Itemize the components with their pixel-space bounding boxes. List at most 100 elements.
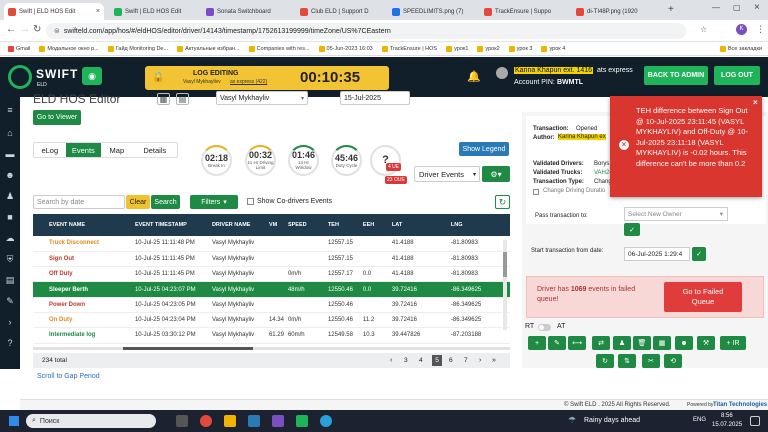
menu-icon[interactable]: ⋮ [756,24,765,35]
checkbox[interactable] [247,198,254,205]
group-button[interactable]: ☻ [675,336,693,350]
all-bookmarks[interactable]: Все закладки [719,45,762,52]
scrollbar-thumb[interactable] [123,347,253,350]
column-header[interactable]: EVENT NAME [44,214,131,236]
hamburger-icon[interactable]: ≡ [5,106,15,115]
start-date-field[interactable]: 06-Jul-2025 1:29:4 [624,247,690,261]
codrivers-toggle[interactable]: Show Co-drivers Events [247,198,332,205]
cloud-icon[interactable]: ☁ [5,234,15,243]
table-row[interactable]: Intermediate log 10-Jul-25 03:30:12 PM Vas… [33,327,510,344]
cut-button[interactable]: ✂ [642,354,660,368]
browser-tab[interactable]: SPEEDLIMITS.png (7) [388,3,478,20]
browser-tab[interactable]: TrackEnsure | Suppo [480,3,570,20]
app-icon[interactable] [296,415,308,427]
column-header[interactable]: LAT [387,214,447,236]
table-row[interactable]: Off Duty 10-Jul-25 11:11:45 PM Vasyl Mykha… [33,266,510,283]
forward-icon[interactable]: → [20,24,30,35]
tab-events[interactable]: Events [65,143,102,157]
edit-button[interactable]: ✎ [548,336,566,350]
folder-icon[interactable] [224,415,236,427]
column-header[interactable]: VM [264,214,284,236]
page-link[interactable]: 3 [404,357,408,364]
table-row[interactable]: Truck Disconnect 10-Jul-25 11:11:48 PM Vas… [33,236,510,252]
code-icon[interactable]: › [5,318,15,327]
back-icon[interactable]: ← [6,24,16,35]
close-window-icon[interactable]: × [754,2,760,13]
scroll-to-gap-link[interactable]: Scroll to Gap Period [37,373,100,380]
column-header[interactable]: DRIVER NAME [207,214,265,236]
home-icon[interactable]: ⌂ [5,129,15,138]
date-field[interactable]: 15-Jul-2025 [340,91,410,105]
help-icon[interactable]: ? [5,339,15,348]
column-header[interactable]: SPEED [283,214,324,236]
url-field[interactable]: ⊜ swifteld.com/app/hos/#/eldHOS/editor/d… [46,23,686,39]
bookmark-item[interactable]: Актуальные избран... [177,45,240,52]
back-to-admin-button[interactable]: BACK TO ADMIN [644,66,708,85]
prev-page-icon[interactable]: ‹ [390,357,392,364]
refresh-button[interactable]: ↻ [596,354,614,368]
settings-dropdown-button[interactable]: ⚙▾ [482,166,510,182]
notification-icon[interactable] [750,416,760,426]
tab-details[interactable]: Details [133,143,177,157]
taskbar-search[interactable]: ⌕ Поиск [26,414,156,428]
add-event-button[interactable]: + [528,336,546,350]
search-date-input[interactable]: Search by date [33,195,125,209]
bookmark-item[interactable]: Модальное окно р... [39,45,99,52]
chart-icon[interactable]: ▤ [5,276,15,285]
column-header[interactable]: LNG [446,214,510,236]
rt-at-toggle[interactable] [538,324,551,331]
print-icon[interactable]: ▤ [176,93,189,105]
page-link[interactable]: 7 [464,357,468,364]
page-link-current[interactable]: 5 [432,355,442,366]
bookmark-item[interactable]: 05-Jun-2023 16:03 [318,45,373,52]
page-link[interactable]: 6 [449,357,453,364]
link-button[interactable]: ⟷ [568,336,586,350]
tools-button[interactable]: ⚒ [697,336,715,350]
bell-icon[interactable]: 🔔 [467,70,481,83]
language-indicator[interactable]: ENG [693,417,706,423]
bookmark-item[interactable]: Гайд Monitoring De... [107,45,168,52]
driver-events-select[interactable]: Driver Events ▾ [414,166,480,182]
last-page-icon[interactable]: » [492,357,496,364]
browser-tab[interactable]: Swift | ELD HOS Edit × [4,3,104,20]
star-icon[interactable]: ☆ [700,25,707,34]
eye-icon[interactable]: ◉ [82,67,102,85]
checkbox[interactable] [533,189,539,195]
avatar[interactable] [496,67,508,79]
logout-button[interactable]: LOG OUT [714,66,760,85]
close-icon[interactable]: × [96,8,100,15]
truck-icon[interactable]: ▬ [5,150,15,159]
horizontal-scrollbar[interactable] [33,347,510,350]
swap-button[interactable]: ⇄ [592,336,610,350]
users-icon[interactable]: ☻ [5,171,15,180]
refresh-icon[interactable]: ↻ [495,195,510,209]
reload-icon[interactable]: ↻ [33,24,41,35]
task-view-icon[interactable] [176,415,188,427]
tab-elog[interactable]: eLog [34,143,66,157]
wrench-icon[interactable]: ✎ [5,297,15,306]
bookmark-item[interactable]: Gmail [8,45,30,52]
shield-icon[interactable]: ⛨ [5,255,15,264]
next-page-icon[interactable]: › [479,357,481,364]
bookmark-item[interactable]: урок1 [446,45,468,52]
bookmark-item[interactable]: урок2 [477,45,500,52]
bookmark-item[interactable]: урок 4 [541,45,565,52]
go-to-viewer-button[interactable]: Go to Viewer [33,110,81,125]
delete-button[interactable]: 🗑 [633,336,651,350]
bookmark-item[interactable]: Companies with res... [248,45,310,52]
profile-avatar[interactable]: K [736,24,747,35]
show-legend-button[interactable]: Show Legend [459,142,509,156]
site-info-icon[interactable]: ⊜ [54,27,60,35]
table-button[interactable]: ▦ [653,336,671,350]
new-owner-select[interactable]: Select New Owner ▾ [624,207,728,221]
column-header[interactable]: EVENT TIMESTAMP [130,214,208,236]
browser-tab[interactable]: di-TI48P.png (1920 [572,3,662,20]
column-header[interactable]: TEH [323,214,359,236]
chrome-icon[interactable] [200,415,212,427]
minimize-icon[interactable]: — [712,3,720,12]
browser-tab[interactable]: Swift | ELD HOS Edit [110,3,200,20]
tab-map[interactable]: Map [101,143,133,157]
confirm-owner-button[interactable]: ✓ [624,223,640,236]
app-icon[interactable] [272,415,284,427]
calendar-icon[interactable]: ▦ [157,93,170,105]
